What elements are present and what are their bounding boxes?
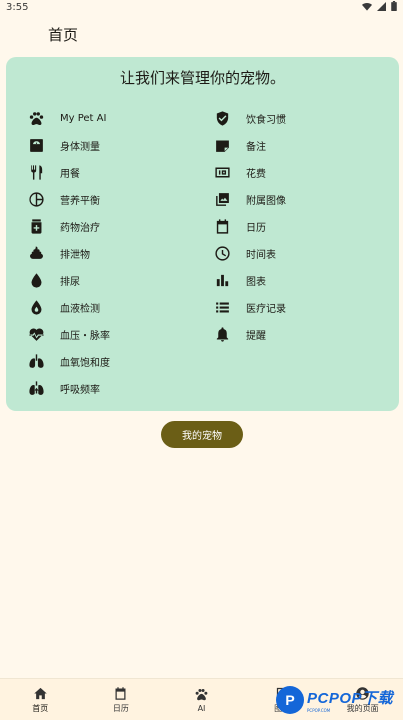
- nav-ai[interactable]: AI: [161, 679, 242, 720]
- bar-chart-icon: [212, 271, 232, 291]
- lungs-icon: [26, 352, 46, 372]
- feature-column-right: 饮食习惯 备注 花费 附属图像 日历 时间表 图表 医疗记录 提醒: [212, 105, 286, 348]
- feature-label: 备注: [246, 142, 266, 153]
- feature-nutrition[interactable]: 营养平衡: [26, 186, 110, 213]
- feature-label: 血液检测: [60, 304, 100, 315]
- paw-icon: [26, 109, 46, 129]
- scale-icon: [26, 136, 46, 156]
- feature-meal[interactable]: 用餐: [26, 159, 110, 186]
- drop-icon: [26, 271, 46, 291]
- feature-expenses[interactable]: 花费: [212, 159, 286, 186]
- my-pets-button[interactable]: 我的宠物: [161, 421, 243, 448]
- status-icons: [362, 1, 397, 11]
- feature-label: 日历: [246, 223, 266, 234]
- list-icon: [212, 298, 232, 318]
- feature-eating-habits[interactable]: 饮食习惯: [212, 105, 286, 132]
- poop-icon: [26, 244, 46, 264]
- watermark-sub-text: PCPOP.COM: [307, 708, 331, 713]
- money-icon: [212, 163, 232, 183]
- feature-label: 血氧饱和度: [60, 358, 110, 369]
- card-title: 让我们来管理你的宠物。: [119, 69, 285, 87]
- feature-label: 营养平衡: [60, 196, 100, 207]
- feature-label: 提醒: [246, 331, 266, 342]
- status-bar: 3:55: [0, 0, 403, 16]
- feature-reminders[interactable]: 提醒: [212, 321, 286, 348]
- feature-label: 身体测量: [60, 142, 100, 153]
- feature-label: 用餐: [60, 169, 80, 180]
- bell-icon: [212, 325, 232, 345]
- feature-label: 血压・脉率: [60, 331, 110, 342]
- watermark-logo-mark: P: [276, 686, 304, 714]
- feature-label: 药物治疗: [60, 223, 100, 234]
- watermark-main-text: PCPOP下载: [307, 690, 394, 707]
- note-icon: [212, 136, 232, 156]
- feature-respiration[interactable]: 呼吸频率: [26, 375, 110, 402]
- pie-chart-icon: [26, 190, 46, 210]
- feature-label: 排泄物: [60, 250, 90, 261]
- wifi-icon: [362, 2, 372, 11]
- feature-label: 排尿: [60, 277, 80, 288]
- feature-label: 医疗记录: [246, 304, 286, 315]
- calendar-icon: [115, 686, 126, 700]
- feature-label: 时间表: [246, 250, 276, 261]
- feature-medical-records[interactable]: 医疗记录: [212, 294, 286, 321]
- feature-label: 饮食习惯: [246, 115, 286, 126]
- feature-charts[interactable]: 图表: [212, 267, 286, 294]
- image-icon: [212, 190, 232, 210]
- blood-drop-icon: [26, 298, 46, 318]
- feature-schedule[interactable]: 时间表: [212, 240, 286, 267]
- heart-pulse-icon: [26, 325, 46, 345]
- feature-card: 让我们来管理你的宠物。 My Pet AI 身体测量 用餐 营养平衡 药物治疗 …: [6, 57, 399, 411]
- watermark-text: PCPOP下载 PCPOP.COM: [307, 687, 393, 713]
- signal-icon: [377, 1, 386, 11]
- home-icon: [34, 687, 47, 699]
- feature-calendar[interactable]: 日历: [212, 213, 286, 240]
- feature-blood-pressure[interactable]: 血压・脉率: [26, 321, 110, 348]
- nav-calendar[interactable]: 日历: [81, 679, 162, 720]
- page-title: 首页: [48, 26, 79, 44]
- feature-excrement[interactable]: 排泄物: [26, 240, 110, 267]
- status-time: 3:55: [6, 2, 29, 13]
- watermark-logo: P PCPOP下载 PCPOP.COM: [276, 682, 402, 718]
- feature-label: 呼吸频率: [60, 385, 100, 396]
- battery-icon: [391, 1, 397, 11]
- nav-label: 首页: [32, 703, 49, 713]
- calendar-icon: [212, 217, 232, 237]
- lungs-breath-icon: [26, 379, 46, 399]
- feature-medication[interactable]: 药物治疗: [26, 213, 110, 240]
- feature-my-pet-ai[interactable]: My Pet AI: [26, 105, 110, 132]
- feature-urination[interactable]: 排尿: [26, 267, 110, 294]
- medication-icon: [26, 217, 46, 237]
- feature-images[interactable]: 附属图像: [212, 186, 286, 213]
- feature-body-measure[interactable]: 身体测量: [26, 132, 110, 159]
- utensils-icon: [26, 163, 46, 183]
- feature-oxygen[interactable]: 血氧饱和度: [26, 348, 110, 375]
- feature-label: 附属图像: [246, 196, 286, 207]
- feature-blood-test[interactable]: 血液检测: [26, 294, 110, 321]
- paw-icon: [195, 688, 208, 700]
- clock-icon: [212, 244, 232, 264]
- feature-notes[interactable]: 备注: [212, 132, 286, 159]
- feature-label: 花费: [246, 169, 266, 180]
- feature-label: 图表: [246, 277, 266, 288]
- nav-label: 日历: [112, 703, 129, 713]
- nav-home[interactable]: 首页: [0, 679, 81, 720]
- feature-column-left: My Pet AI 身体测量 用餐 营养平衡 药物治疗 排泄物 排尿 血液检测: [26, 105, 110, 402]
- feature-label: My Pet AI: [60, 113, 107, 124]
- shield-check-icon: [212, 109, 232, 129]
- nav-label: AI: [197, 703, 206, 713]
